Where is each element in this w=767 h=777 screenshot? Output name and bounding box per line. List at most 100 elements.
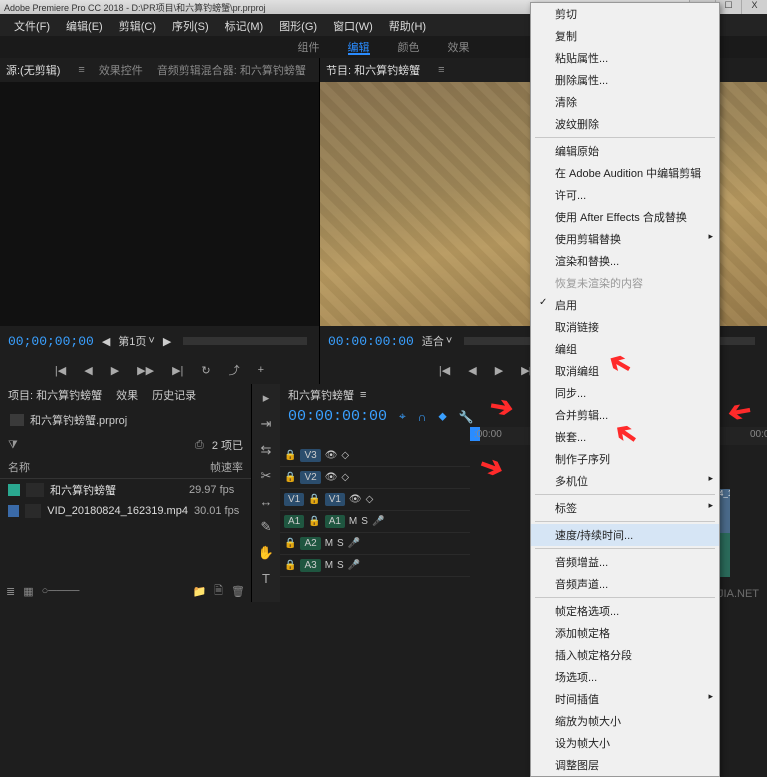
bin-row[interactable]: VID_20180824_162319.mp4 30.01 fps [0, 501, 251, 521]
track-a1[interactable]: A1🔒A1MS🎤 [280, 511, 470, 533]
tab-program[interactable]: 节目: 和六算钓螃蟹 [326, 62, 420, 78]
bin-icon[interactable]: ⎙ [195, 439, 204, 452]
menu-item[interactable]: 制作子序列 [531, 448, 719, 470]
menu-item[interactable]: 恢复未渲染的内容 [531, 272, 719, 294]
track-a2[interactable]: 🔒A2MS🎤 [280, 533, 470, 555]
menu-item[interactable]: 音频增益... [531, 551, 719, 573]
tab-project[interactable]: 项目: 和六算钓螃蟹 [8, 387, 102, 403]
step-fwd-icon[interactable]: ▶▶ [137, 364, 154, 377]
track-v1[interactable]: V1🔒V1👁◇ [280, 489, 470, 511]
menu-item[interactable]: 合并剪辑... [531, 404, 719, 426]
workspace-effects[interactable]: 效果 [448, 39, 470, 55]
source-monitor[interactable] [0, 82, 319, 326]
workspace-color[interactable]: 颜色 [398, 39, 420, 55]
menu-item[interactable]: 启用 [531, 294, 719, 316]
menu-item[interactable]: 调整图层 [531, 754, 719, 776]
tab-history[interactable]: 历史记录 [152, 387, 196, 403]
panel-menu-icon[interactable]: ≡ [438, 64, 444, 76]
menu-item[interactable]: 时间插值 [531, 688, 719, 710]
marker-icon[interactable]: ⬥ [438, 409, 446, 424]
program-timecode[interactable]: 00:00:00:00 [328, 334, 414, 349]
menu-item[interactable]: 缩放为帧大小 [531, 710, 719, 732]
menu-item[interactable]: 插入帧定格分段 [531, 644, 719, 666]
menu-item[interactable]: 同步... [531, 382, 719, 404]
menu-item[interactable]: 清除 [531, 91, 719, 113]
menu-item[interactable]: 在 Adobe Audition 中编辑剪辑 [531, 162, 719, 184]
menu-item[interactable]: 设为帧大小 [531, 732, 719, 754]
program-zoom-dropdown[interactable]: 适合 ˅ [422, 333, 452, 349]
razor-tool-icon[interactable]: ✂ [261, 468, 272, 484]
loop-icon[interactable]: ↻ [201, 364, 210, 377]
add-icon[interactable]: + [258, 364, 264, 376]
menu-item[interactable]: 波纹删除 [531, 113, 719, 135]
nav-next-icon[interactable]: ▶ [163, 335, 171, 348]
tab-audio-mixer[interactable]: 音频剪辑混合器: 和六算钓螃蟹 [157, 62, 306, 78]
menu-item[interactable]: 帧定格选项... [531, 600, 719, 622]
menu-window[interactable]: 窗口(W) [325, 14, 381, 36]
snap-icon[interactable]: ⌖ [399, 409, 406, 424]
timeline-timecode[interactable]: 00:00:00:00 [288, 408, 387, 425]
zoom-slider[interactable]: ○──── [42, 585, 80, 597]
menu-item[interactable]: 编辑原始 [531, 140, 719, 162]
step-back-icon[interactable]: ◀ [468, 364, 476, 377]
menu-edit[interactable]: 编辑(E) [58, 14, 111, 36]
pen-tool-icon[interactable]: ✎ [261, 519, 272, 535]
type-tool-icon[interactable]: T [262, 571, 270, 586]
menu-graphics[interactable]: 图形(G) [271, 14, 325, 36]
track-select-tool-icon[interactable]: ⇥ [261, 416, 272, 432]
ripple-tool-icon[interactable]: ⇆ [261, 442, 272, 458]
step-back-icon[interactable]: ◀ [84, 364, 92, 377]
nav-prev-icon[interactable]: ◀ [102, 335, 110, 348]
timeline-sequence-tab[interactable]: 和六算钓螃蟹 [288, 387, 354, 403]
workspace-assembly[interactable]: 组件 [298, 39, 320, 55]
menu-item[interactable]: 编组 [531, 338, 719, 360]
menu-item[interactable]: 粘贴属性... [531, 47, 719, 69]
icon-view-icon[interactable]: ▦ [23, 585, 33, 598]
menu-item[interactable]: 嵌套... [531, 426, 719, 448]
panel-menu-icon[interactable]: ≡ [360, 389, 366, 401]
trash-icon[interactable]: 🗑 [231, 585, 245, 598]
menu-help[interactable]: 帮助(H) [381, 14, 434, 36]
panel-menu-icon[interactable]: ≡ [78, 64, 84, 76]
new-bin-icon[interactable]: 📁 [192, 585, 206, 598]
menu-item[interactable]: 使用 After Effects 合成替换 [531, 206, 719, 228]
menu-item[interactable]: 标签 [531, 497, 719, 519]
col-fps[interactable]: 帧速率 [210, 459, 243, 475]
source-timecode[interactable]: 00;00;00;00 [8, 334, 94, 349]
menu-item[interactable]: 复制 [531, 25, 719, 47]
menu-sequence[interactable]: 序列(S) [164, 14, 217, 36]
bin-row[interactable]: 和六算钓螃蟹 29.97 fps [0, 479, 251, 501]
col-name[interactable]: 名称 [8, 459, 210, 475]
menu-item[interactable]: 音频声道... [531, 573, 719, 595]
menu-item[interactable]: 许可... [531, 184, 719, 206]
wrench-icon[interactable]: 🔧 [459, 410, 474, 424]
list-view-icon[interactable]: ≣ [6, 585, 15, 598]
play-icon[interactable]: ▶ [495, 364, 503, 377]
hand-tool-icon[interactable]: ✋ [258, 545, 274, 561]
menu-item[interactable]: 取消链接 [531, 316, 719, 338]
track-a3[interactable]: 🔒A3MS🎤 [280, 555, 470, 577]
menu-item[interactable]: 场选项... [531, 666, 719, 688]
menu-item[interactable]: 使用剪辑替换 [531, 228, 719, 250]
goto-in-icon[interactable]: |◀ [55, 364, 66, 377]
play-icon[interactable]: ▶ [111, 364, 119, 377]
menu-item[interactable]: 速度/持续时间... [531, 524, 719, 546]
goto-in-icon[interactable]: |◀ [439, 364, 450, 377]
menu-file[interactable]: 文件(F) [6, 14, 58, 36]
goto-out-icon[interactable]: ▶| [172, 364, 183, 377]
filter-icon[interactable]: ⧩ [8, 439, 18, 452]
source-scrubber[interactable] [183, 337, 307, 345]
export-frame-icon[interactable]: ⤴ [229, 362, 240, 378]
selection-tool-icon[interactable]: ▸ [263, 390, 270, 406]
close-button[interactable]: X [741, 0, 767, 14]
new-item-icon[interactable]: 🗎 [214, 582, 223, 601]
menu-item[interactable]: 多机位 [531, 470, 719, 492]
tab-effect-controls[interactable]: 效果控件 [99, 62, 143, 78]
slip-tool-icon[interactable]: ↔ [260, 494, 273, 509]
link-icon[interactable]: ∩ [418, 410, 427, 424]
source-page-dropdown[interactable]: 第1页 ˅ [118, 333, 155, 349]
menu-item[interactable]: 取消编组 [531, 360, 719, 382]
workspace-editing[interactable]: 编辑 [348, 39, 370, 55]
menu-clip[interactable]: 剪辑(C) [111, 14, 164, 36]
menu-item[interactable]: 渲染和替换... [531, 250, 719, 272]
